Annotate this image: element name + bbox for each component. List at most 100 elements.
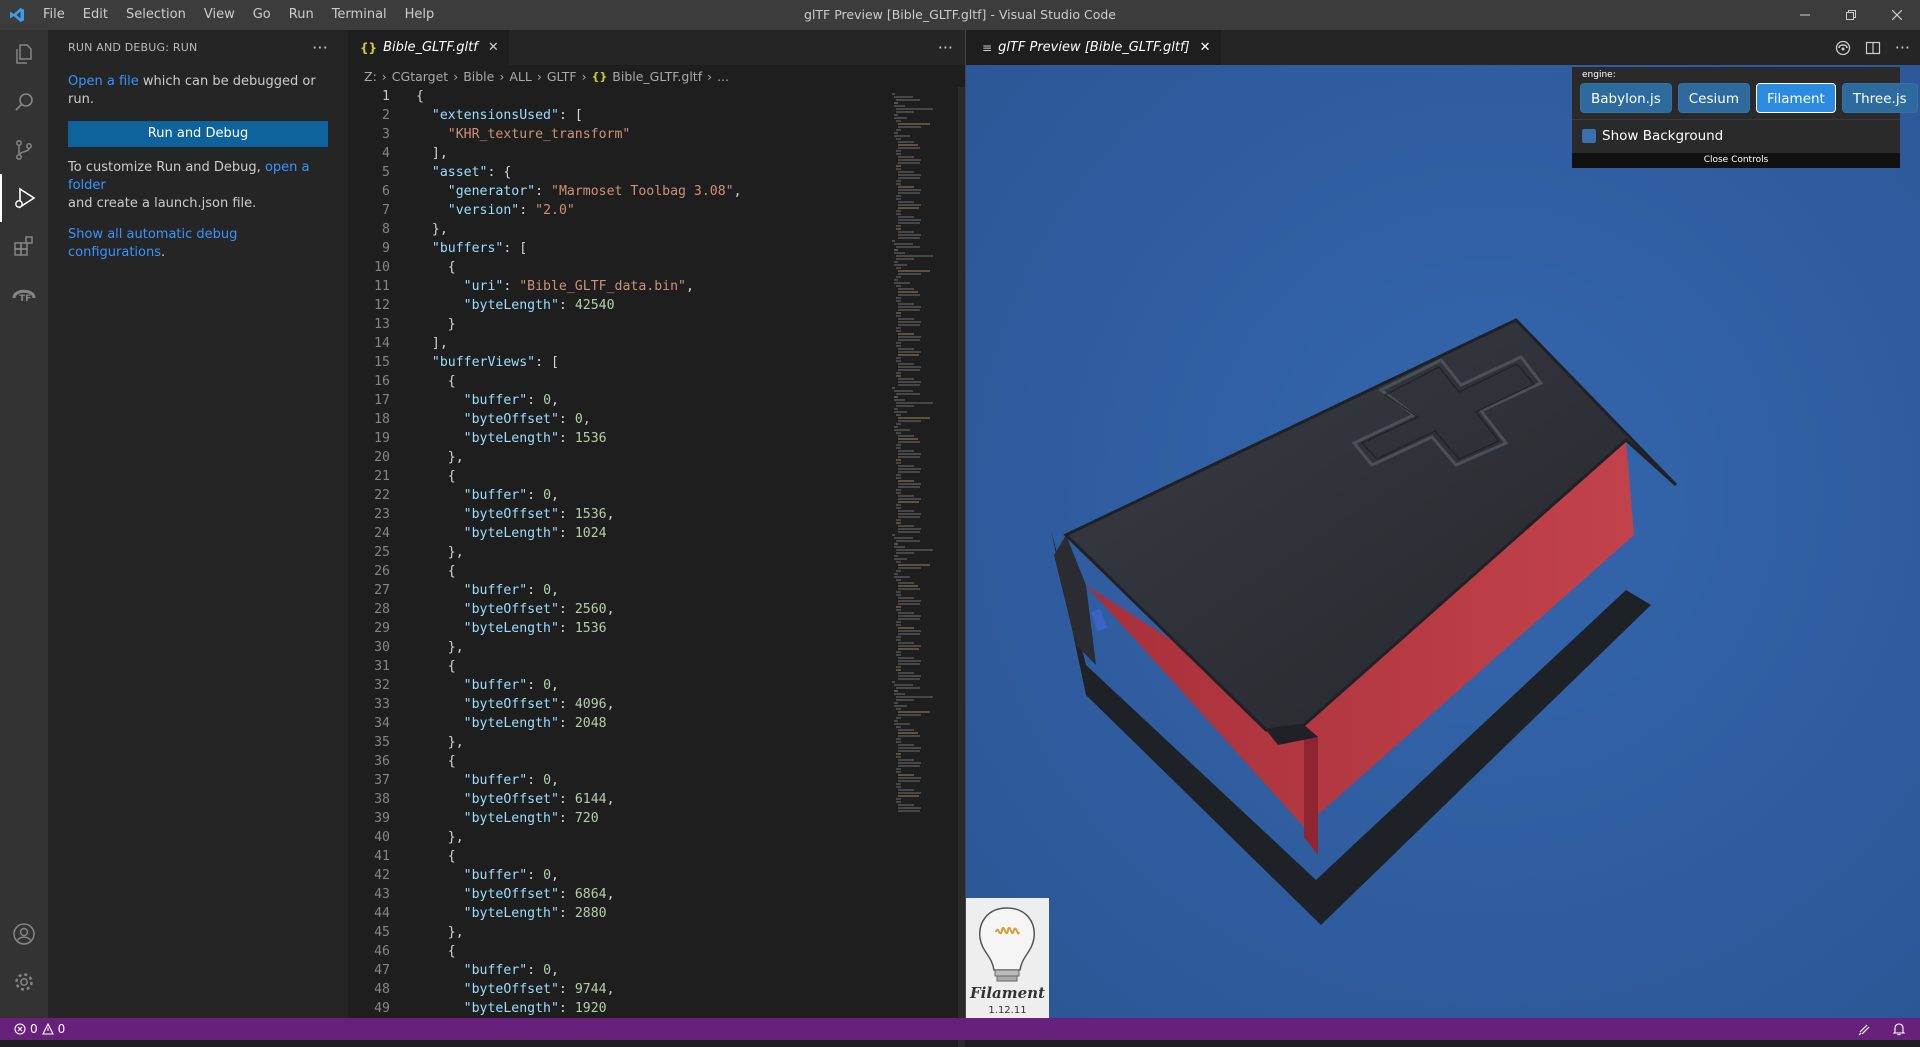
source-control-button[interactable] bbox=[0, 126, 48, 174]
code-line[interactable]: 2 "extensionsUsed": [ bbox=[348, 106, 965, 125]
code-line[interactable]: 38 "byteOffset": 6144, bbox=[348, 790, 965, 809]
gltf-button[interactable]: TF bbox=[0, 270, 48, 318]
preview-tab-close-icon[interactable]: ✕ bbox=[1200, 40, 1211, 55]
feedback-icon[interactable] bbox=[1858, 1022, 1872, 1036]
code-line[interactable]: 49 "byteLength": 1920 bbox=[348, 999, 965, 1018]
code-line[interactable]: 20 }, bbox=[348, 448, 965, 467]
code-line[interactable]: 44 "byteLength": 2880 bbox=[348, 904, 965, 923]
code-line[interactable]: 22 "buffer": 0, bbox=[348, 486, 965, 505]
tab-bible-gltf[interactable]: {} Bible_GLTF.gltf ✕ bbox=[348, 30, 509, 65]
code-line[interactable]: 47 "buffer": 0, bbox=[348, 961, 965, 980]
breadcrumb-bible[interactable]: Bible bbox=[463, 69, 494, 84]
problems-indicator[interactable]: 0 0 bbox=[0, 1022, 65, 1036]
engine-filament-button[interactable]: Filament bbox=[1755, 83, 1836, 113]
code-line[interactable]: 31 { bbox=[348, 657, 965, 676]
code-line[interactable]: 25 }, bbox=[348, 543, 965, 562]
engine-babylonjs-button[interactable]: Babylon.js bbox=[1580, 83, 1672, 113]
engine-cesium-button[interactable]: Cesium bbox=[1677, 83, 1750, 113]
run-and-debug-button[interactable]: Run and Debug bbox=[68, 121, 328, 147]
code-line[interactable]: 12 "byteLength": 42540 bbox=[348, 296, 965, 315]
tab-gltf-preview[interactable]: ≡ glTF Preview [Bible_GLTF.gltf] ✕ bbox=[966, 30, 1221, 65]
code-line[interactable]: 23 "byteOffset": 1536, bbox=[348, 505, 965, 524]
minimize-button[interactable] bbox=[1782, 0, 1828, 30]
code-line[interactable]: 30 }, bbox=[348, 638, 965, 657]
code-line[interactable]: 48 "byteOffset": 9744, bbox=[348, 980, 965, 999]
tab-close-icon[interactable]: ✕ bbox=[488, 40, 499, 55]
preview-more-actions-icon[interactable]: ··· bbox=[1895, 38, 1910, 57]
run-debug-button[interactable] bbox=[0, 174, 48, 222]
accounts-button[interactable] bbox=[0, 910, 48, 958]
breadcrumb-gltf[interactable]: GLTF bbox=[547, 69, 577, 84]
code-line[interactable]: 34 "byteLength": 2048 bbox=[348, 714, 965, 733]
code-line[interactable]: 6 "generator": "Marmoset Toolbag 3.08", bbox=[348, 182, 965, 201]
code-line[interactable]: 29 "byteLength": 1536 bbox=[348, 619, 965, 638]
code-editor[interactable]: 1{2 "extensionsUsed": [3 "KHR_texture_tr… bbox=[348, 87, 965, 1018]
code-line[interactable]: 42 "buffer": 0, bbox=[348, 866, 965, 885]
code-line[interactable]: 33 "byteOffset": 4096, bbox=[348, 695, 965, 714]
code-line[interactable]: 1{ bbox=[348, 87, 965, 106]
editor-scrollbar[interactable] bbox=[958, 87, 965, 1047]
code-line[interactable]: 15 "bufferViews": [ bbox=[348, 353, 965, 372]
menu-terminal[interactable]: Terminal bbox=[323, 0, 396, 30]
extensions-button[interactable] bbox=[0, 222, 48, 270]
restore-button[interactable] bbox=[1828, 0, 1874, 30]
editor-more-actions-icon[interactable]: ··· bbox=[938, 38, 953, 57]
code-line[interactable]: 24 "byteLength": 1024 bbox=[348, 524, 965, 543]
explorer-button[interactable] bbox=[0, 30, 48, 78]
menu-file[interactable]: File bbox=[34, 0, 74, 30]
show-background-row[interactable]: Show Background bbox=[1572, 119, 1900, 153]
code-line[interactable]: 32 "buffer": 0, bbox=[348, 676, 965, 695]
split-editor-icon[interactable] bbox=[1865, 40, 1881, 56]
code-line[interactable]: 28 "byteOffset": 2560, bbox=[348, 600, 965, 619]
code-line[interactable]: 40 }, bbox=[348, 828, 965, 847]
code-line[interactable]: 17 "buffer": 0, bbox=[348, 391, 965, 410]
more-actions-icon[interactable]: ··· bbox=[312, 38, 328, 57]
open-file-link[interactable]: Open a file bbox=[68, 74, 139, 89]
breadcrumb-file[interactable]: Bible_GLTF.gltf bbox=[612, 69, 702, 84]
code-line[interactable]: 4 ], bbox=[348, 144, 965, 163]
notifications-bell-icon[interactable] bbox=[1892, 1022, 1906, 1036]
close-controls-button[interactable]: Close Controls bbox=[1572, 153, 1900, 167]
menu-selection[interactable]: Selection bbox=[117, 0, 195, 30]
menu-view[interactable]: View bbox=[195, 0, 244, 30]
code-line[interactable]: 45 }, bbox=[348, 923, 965, 942]
code-line[interactable]: 35 }, bbox=[348, 733, 965, 752]
code-line[interactable]: 21 { bbox=[348, 467, 965, 486]
breadcrumb-all[interactable]: ALL bbox=[509, 69, 531, 84]
code-line[interactable]: 26 { bbox=[348, 562, 965, 581]
code-line[interactable]: 8 }, bbox=[348, 220, 965, 239]
breadcrumb-symbol[interactable]: ... bbox=[717, 69, 729, 84]
code-line[interactable]: 16 { bbox=[348, 372, 965, 391]
menu-edit[interactable]: Edit bbox=[74, 0, 117, 30]
code-line[interactable]: 41 { bbox=[348, 847, 965, 866]
code-line[interactable]: 37 "buffer": 0, bbox=[348, 771, 965, 790]
manage-button[interactable] bbox=[0, 958, 48, 1006]
3d-viewport[interactable]: engine: Babylon.js Cesium Filament Three… bbox=[966, 65, 1920, 1018]
close-window-button[interactable] bbox=[1874, 0, 1920, 30]
code-line[interactable]: 5 "asset": { bbox=[348, 163, 965, 182]
code-line[interactable]: 36 { bbox=[348, 752, 965, 771]
show-background-checkbox[interactable] bbox=[1582, 129, 1596, 143]
code-line[interactable]: 43 "byteOffset": 6864, bbox=[348, 885, 965, 904]
code-line[interactable]: 10 { bbox=[348, 258, 965, 277]
code-line[interactable]: 13 } bbox=[348, 315, 965, 334]
menu-help[interactable]: Help bbox=[396, 0, 444, 30]
search-button[interactable] bbox=[0, 78, 48, 126]
code-line[interactable]: 27 "buffer": 0, bbox=[348, 581, 965, 600]
code-line[interactable]: 11 "uri": "Bible_GLTF_data.bin", bbox=[348, 277, 965, 296]
code-line[interactable]: 18 "byteOffset": 0, bbox=[348, 410, 965, 429]
code-line[interactable]: 9 "buffers": [ bbox=[348, 239, 965, 258]
code-line[interactable]: 46 { bbox=[348, 942, 965, 961]
engine-threejs-button[interactable]: Three.js bbox=[1841, 83, 1918, 113]
code-line[interactable]: 14 ], bbox=[348, 334, 965, 353]
code-line[interactable]: 39 "byteLength": 720 bbox=[348, 809, 965, 828]
code-line[interactable]: 3 "KHR_texture_transform" bbox=[348, 125, 965, 144]
gltf-inspect-icon[interactable] bbox=[1835, 40, 1851, 56]
code-line[interactable]: 7 "version": "2.0" bbox=[348, 201, 965, 220]
code-line[interactable]: 19 "byteLength": 1536 bbox=[348, 429, 965, 448]
show-all-configurations-link[interactable]: Show all automatic debug configurations bbox=[68, 227, 237, 260]
menu-go[interactable]: Go bbox=[244, 0, 280, 30]
menu-run[interactable]: Run bbox=[280, 0, 323, 30]
minimap[interactable] bbox=[888, 87, 958, 1047]
breadcrumb-drive[interactable]: Z: bbox=[364, 69, 377, 84]
